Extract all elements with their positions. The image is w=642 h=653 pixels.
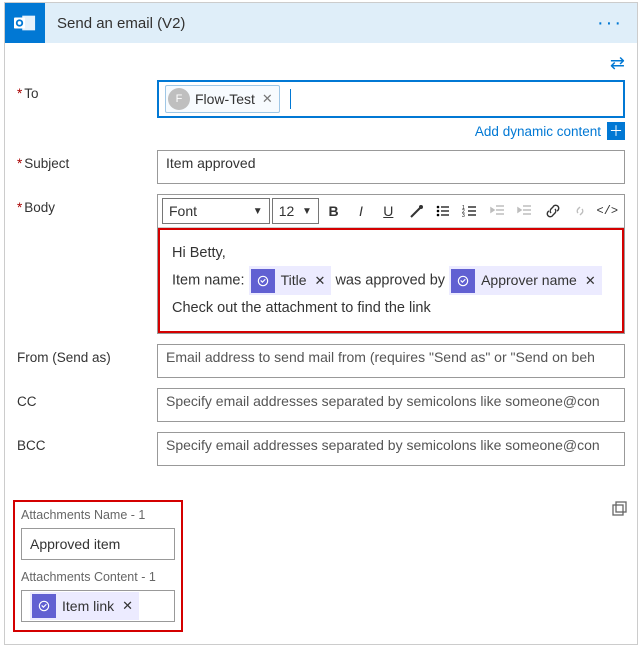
bcc-label: BCC xyxy=(17,432,157,453)
attachments-name-input[interactable]: Approved item xyxy=(21,528,175,560)
body-editor: Font▼ 12▼ B I U xyxy=(157,194,625,334)
bcc-input[interactable]: Specify email addresses separated by sem… xyxy=(157,432,625,466)
field-to: To F Flow-Test ✕ Add dynamic content ＋ xyxy=(17,80,625,140)
bold-button[interactable]: B xyxy=(321,198,346,224)
field-subject: Subject Item approved xyxy=(17,150,625,184)
attachments-content-input[interactable]: Item link ✕ xyxy=(21,590,175,622)
attachments-section: Attachments Name - 1 Approved item Attac… xyxy=(13,500,629,631)
outdent-button[interactable] xyxy=(485,198,510,224)
code-view-button[interactable]: </> xyxy=(595,198,620,224)
font-select[interactable]: Font▼ xyxy=(162,198,270,224)
body-content[interactable]: Hi Betty, Item name: Title ✕ was approve… xyxy=(158,228,624,333)
card-title: Send an email (V2) xyxy=(45,15,583,32)
attachments-name-label: Attachments Name - 1 xyxy=(21,508,175,524)
unlink-button[interactable] xyxy=(567,198,592,224)
remove-recipient-button[interactable]: ✕ xyxy=(262,91,273,107)
attachments-box: Attachments Name - 1 Approved item Attac… xyxy=(13,500,183,631)
swap-icon[interactable]: ⇄ xyxy=(17,49,625,80)
number-list-button[interactable]: 123 xyxy=(458,198,483,224)
subject-input[interactable]: Item approved xyxy=(157,150,625,184)
cc-input[interactable]: Specify email addresses separated by sem… xyxy=(157,388,625,422)
rich-text-toolbar: Font▼ 12▼ B I U xyxy=(158,195,624,228)
underline-button[interactable]: U xyxy=(376,198,401,224)
add-dynamic-content-row: Add dynamic content ＋ xyxy=(157,122,625,140)
card-body: ⇄ To F Flow-Test ✕ Add dynamic content ＋ xyxy=(5,43,637,492)
font-size-select[interactable]: 12▼ xyxy=(272,198,319,224)
link-button[interactable] xyxy=(540,198,565,224)
field-from: From (Send as) Email address to send mai… xyxy=(17,344,625,378)
cc-label: CC xyxy=(17,388,157,409)
color-button[interactable] xyxy=(403,198,428,224)
add-dynamic-content-link[interactable]: Add dynamic content xyxy=(475,124,601,139)
to-input[interactable]: F Flow-Test ✕ xyxy=(157,80,625,118)
card-header: Send an email (V2) ··· xyxy=(5,3,637,43)
italic-button[interactable]: I xyxy=(348,198,373,224)
token-badge-icon xyxy=(32,594,56,618)
body-line-1: Hi Betty, xyxy=(172,240,610,266)
subject-label: Subject xyxy=(17,150,157,171)
field-body: Body Font▼ 12▼ B I U xyxy=(17,194,625,334)
body-label: Body xyxy=(17,194,157,215)
field-bcc: BCC Specify email addresses separated by… xyxy=(17,432,625,466)
token-badge-icon xyxy=(451,269,475,293)
from-input[interactable]: Email address to send mail from (require… xyxy=(157,344,625,378)
text-cursor xyxy=(290,89,291,109)
recipient-name: Flow-Test xyxy=(195,91,255,107)
add-dynamic-content-plus-icon[interactable]: ＋ xyxy=(607,122,625,140)
from-label: From (Send as) xyxy=(17,344,157,365)
token-remove-button[interactable]: ✕ xyxy=(585,269,596,292)
recipient-avatar: F xyxy=(168,88,190,110)
outlook-icon xyxy=(14,12,36,34)
token-item-link[interactable]: Item link ✕ xyxy=(30,592,139,620)
to-label: To xyxy=(17,80,157,101)
token-remove-button[interactable]: ✕ xyxy=(122,598,133,614)
token-badge-icon xyxy=(251,269,275,293)
attachments-content-label: Attachments Content - 1 xyxy=(21,570,175,586)
more-menu-button[interactable]: ··· xyxy=(583,12,637,35)
indent-button[interactable] xyxy=(513,198,538,224)
svg-text:3: 3 xyxy=(462,213,465,219)
bullet-list-button[interactable] xyxy=(430,198,455,224)
body-line-3: Check out the attachment to find the lin… xyxy=(172,295,610,321)
token-remove-button[interactable]: ✕ xyxy=(315,269,326,292)
connector-icon-box xyxy=(5,3,45,43)
recipient-chip[interactable]: F Flow-Test ✕ xyxy=(165,85,280,113)
send-email-card: Send an email (V2) ··· ⇄ To F Flow-Test … xyxy=(4,2,638,645)
token-approver-name[interactable]: Approver name ✕ xyxy=(449,266,602,295)
attachments-array-button[interactable] xyxy=(611,500,629,523)
token-title[interactable]: Title ✕ xyxy=(249,266,332,295)
body-line-2: Item name: Title ✕ was approved by xyxy=(172,266,610,295)
field-cc: CC Specify email addresses separated by … xyxy=(17,388,625,422)
